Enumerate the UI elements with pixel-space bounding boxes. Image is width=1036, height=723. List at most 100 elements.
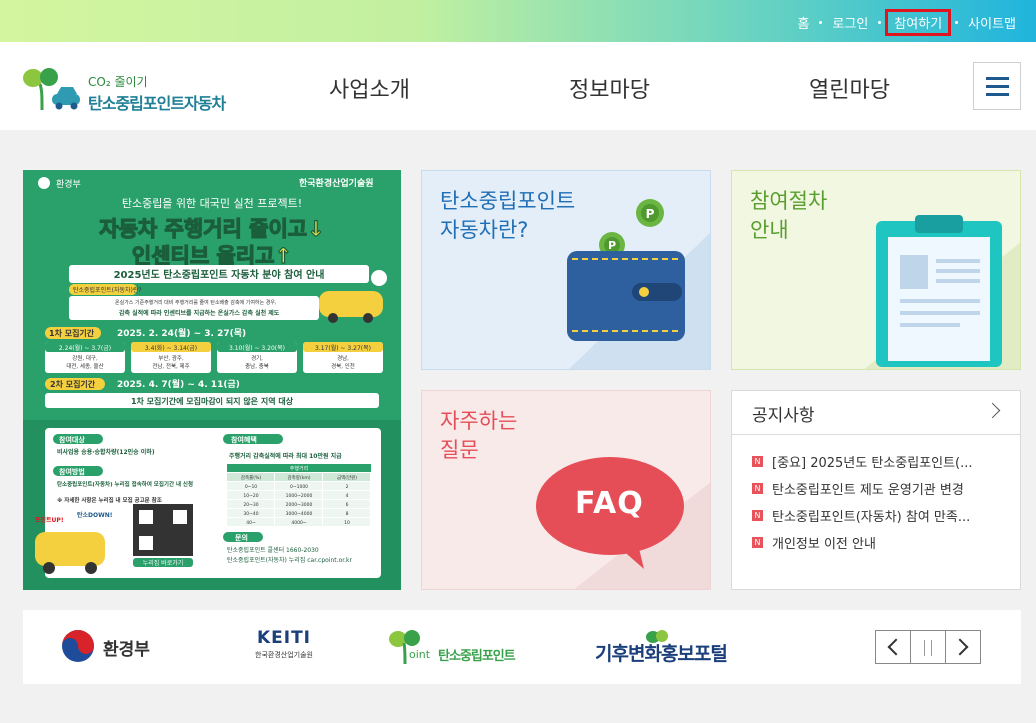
notice-item[interactable]: N 개인정보 이전 안내: [752, 529, 1020, 556]
partner-slider-controls: [875, 630, 981, 664]
slot-regions: 경기,: [251, 354, 263, 362]
separator-dot: [878, 21, 882, 24]
poster-badge: 탄소중립포인트(자동차)란?: [73, 286, 142, 294]
partner-climate-link[interactable]: 기후변화홍보포털: [595, 630, 735, 665]
slot-regions: 전남, 전북, 제주: [152, 362, 189, 370]
hamburger-menu-button[interactable]: [973, 62, 1021, 110]
slot-regions: 대전, 세종, 울산: [66, 362, 103, 370]
menu-information[interactable]: 정보마당: [569, 72, 650, 104]
poster-graphic: 환경부 한국환경산업기술원 탄소중립을 위한 대국민 실천 프로젝트! 자동차 …: [23, 170, 401, 590]
table-cell: 10~20: [243, 493, 258, 499]
campaign-poster[interactable]: 환경부 한국환경산업기술원 탄소중립을 위한 대국민 실천 프로젝트! 자동차 …: [23, 170, 401, 590]
table-cell: 8: [346, 511, 349, 517]
table-cell: 4000~: [291, 520, 306, 526]
prev-button[interactable]: [876, 631, 911, 663]
home-link[interactable]: 홈: [791, 10, 815, 35]
table-cell: 30~40: [243, 511, 258, 517]
logo-title: 탄소중립포인트자동차: [88, 94, 226, 113]
poster-benefit-text: 주행거리 감축실적에 따라 최대 10만원 지급: [229, 452, 342, 460]
slot-regions: 충남, 충북: [245, 362, 269, 370]
card-procedure[interactable]: 참여절차 안내: [731, 170, 1021, 370]
table-cell: 1000~2000: [286, 493, 313, 499]
yellow-car-icon: [35, 532, 105, 566]
notice-list: N [중요] 2025년도 탄소중립포인트(... N 탄소중립포인트 제도 운영기…: [732, 435, 1020, 556]
svg-text:P: P: [646, 207, 655, 221]
partner-cpoint-prefix: oint: [409, 648, 431, 661]
login-link[interactable]: 로그인: [826, 10, 874, 35]
poster-desc2: 감축 실적에 따라 인센티브를 지급하는 온실가스 감축 실천 제도: [119, 309, 280, 317]
table-col-header: 금액(만원): [337, 474, 357, 481]
table-col-header: 감축률(%): [241, 474, 261, 481]
partner-climate: 기후변화홍보포털: [595, 643, 728, 665]
chevron-right-icon[interactable]: [984, 402, 1001, 419]
card-faq[interactable]: 자주하는 질문 FAQ: [421, 390, 711, 590]
poster-tagline: 탄소중립을 위한 대국민 실천 프로젝트!: [122, 196, 302, 210]
next-button[interactable]: [946, 631, 980, 663]
poster-benefit-label: 참여혜택: [231, 435, 257, 444]
poster-round2-dates: 2025. 4. 7(월) ~ 4. 11(금): [117, 378, 240, 390]
new-badge-icon: N: [752, 537, 763, 548]
table-cell: 2: [346, 484, 349, 490]
partner-keiti-link[interactable]: KEITI 한국환경산업기술원: [249, 628, 319, 668]
poster-target-label: 참여대상: [59, 435, 85, 444]
slot-date: 3.10(월) ~ 3.20(목): [229, 344, 285, 352]
partner-cpoint: 탄소중립포인트: [438, 649, 516, 664]
poster-desc1: 온실가스 기준주행거리 대비 주행거리를 줄여 탄소배출 감축에 기여하는 경우…: [115, 299, 277, 306]
poster-banner: 2025년도 탄소중립포인트 자동차 분야 참여 안내: [114, 268, 325, 281]
menu-bar-icon: [986, 93, 1009, 96]
poster-car-up: 포인트UP!: [35, 516, 64, 524]
partner-cpoint-link[interactable]: oint 탄소중립포인트: [387, 628, 537, 668]
poster-method-label: 참여방법: [59, 467, 85, 476]
poster-org: 한국환경산업기술원: [299, 177, 374, 189]
slot-regions: 강원, 대구,: [72, 354, 98, 362]
pause-button[interactable]: [911, 631, 946, 663]
utility-nav: 홈 로그인 참여하기 사이트맵: [791, 9, 1022, 36]
card-about-car[interactable]: 탄소중립포인트 자동차란? P P: [421, 170, 711, 370]
poster-contact1: 탄소중립포인트 콜센터 1660-2030: [227, 546, 319, 554]
site-logo[interactable]: CO₂ 줄이기 탄소중립포인트자동차: [22, 66, 242, 113]
partner-banner: 환경부 KEITI 한국환경산업기술원 oint 탄소중립포인트 기후변화홍보포…: [23, 610, 1021, 684]
table-cell: 6: [346, 502, 349, 508]
slot-regions: 경북, 인천: [331, 362, 355, 370]
table-cell: 10: [344, 520, 350, 526]
chevron-right-icon: [951, 638, 969, 656]
partner-keiti-sub: 한국환경산업기술원: [255, 651, 313, 659]
notice-header[interactable]: 공지사항: [732, 391, 1020, 435]
poster-round1-dates: 2025. 2. 24(월) ~ 3. 27(목): [117, 327, 246, 339]
notice-item[interactable]: N [중요] 2025년도 탄소중립포인트(...: [752, 448, 1020, 475]
join-link[interactable]: 참여하기: [885, 9, 952, 36]
poster-target-text: 비사업용 승용·승합차량(12인승 이하): [57, 448, 155, 456]
separator-dot: [955, 21, 959, 24]
notice-title: 공지사항: [752, 406, 815, 426]
partner-moe: 환경부: [103, 640, 150, 660]
poster-round2-note: 1차 모집기간에 모집마감이 되지 않은 지역 대상: [131, 396, 294, 406]
clipboard-icon: [864, 215, 1020, 369]
partner-keiti: KEITI: [256, 628, 312, 648]
moe-taegeuk-icon: [62, 630, 94, 662]
site-header: CO₂ 줄이기 탄소중립포인트자동차 사업소개 정보마당 열린마당: [0, 42, 1036, 130]
notice-item[interactable]: N 탄소중립포인트 제도 운영기관 변경: [752, 475, 1020, 502]
notice-item-title: 개인정보 이전 안내: [772, 537, 876, 552]
ministry-emblem-icon: [38, 177, 50, 189]
yellow-car-icon: [319, 291, 383, 317]
faq-bubble-text: FAQ: [575, 486, 644, 521]
poster-method-text: 탄소중립포인트(자동차) 누리집 접속하여 모집기간 내 신청: [57, 480, 193, 488]
poster-headline1: 자동차 주행거리 줄이고↓: [99, 217, 324, 241]
slot-date: 3.17(월) ~ 3.27(목): [315, 344, 371, 352]
logo-subtitle: CO₂ 줄이기: [88, 75, 148, 89]
poster-contact-label: 문의: [235, 533, 248, 542]
table-col-header: 감축량(km): [288, 474, 311, 481]
sitemap-link[interactable]: 사이트맵: [962, 10, 1022, 35]
menu-open-forum[interactable]: 열린마당: [809, 72, 890, 104]
notice-item[interactable]: N 탄소중립포인트(자동차) 참여 만족...: [752, 502, 1020, 529]
svg-text:P: P: [608, 239, 616, 252]
menu-bar-icon: [986, 85, 1009, 88]
table-cell: 2000~3000: [286, 502, 313, 508]
partner-moe-link[interactable]: 환경부: [61, 628, 171, 664]
poster-round2-label: 2차 모집기간: [50, 379, 96, 389]
new-badge-icon: N: [752, 510, 763, 521]
pause-icon: [924, 640, 932, 656]
table-cell: 40~: [246, 520, 256, 526]
menu-business-intro[interactable]: 사업소개: [329, 72, 410, 104]
table-cell: 0~1000: [290, 484, 308, 490]
